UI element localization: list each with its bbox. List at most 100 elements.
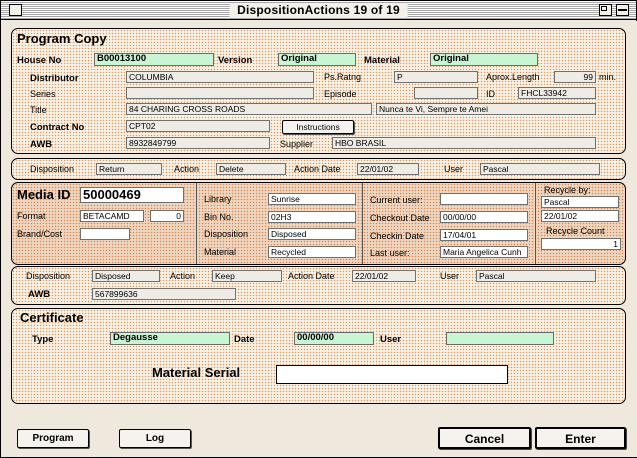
ps-rating-label: Ps.Ratng: [324, 72, 362, 82]
action-field[interactable]: Delete: [216, 163, 286, 175]
checkin-date-label: Checkin Date: [370, 231, 425, 241]
distributor-field[interactable]: COLUMBIA: [126, 71, 314, 83]
supplier-label: Supplier: [280, 139, 314, 149]
contract-no-field[interactable]: CPT02: [126, 120, 270, 132]
house-no-field[interactable]: B00013100: [94, 53, 214, 66]
last-user-label: Last user:: [370, 248, 410, 258]
disposition-actions-window: DispositionActions 19 of 19 Program Copy…: [0, 0, 637, 458]
action-date-label: Action Date: [294, 164, 341, 174]
material-serial-field[interactable]: [276, 365, 508, 384]
recycle-by-field[interactable]: Pascal: [541, 196, 619, 208]
series-field[interactable]: [126, 87, 314, 99]
checkout-date-field[interactable]: 00/00/00: [440, 211, 528, 223]
version-label: Version: [218, 55, 253, 66]
episode-label: Episode: [324, 89, 357, 99]
id-label: ID: [486, 89, 495, 99]
program-button[interactable]: Program: [17, 429, 89, 448]
ps-rating-field[interactable]: P: [394, 71, 478, 83]
material-field[interactable]: Original: [430, 53, 538, 66]
log-button[interactable]: Log: [119, 429, 191, 448]
cancel-button[interactable]: Cancel: [438, 427, 531, 449]
user-2-field[interactable]: Pascal: [476, 270, 596, 282]
aprox-length-label: Aprox.Length: [486, 72, 540, 82]
format-field[interactable]: BETACAMD: [80, 210, 144, 222]
format-number-field[interactable]: 0: [150, 210, 184, 222]
zoom-box-icon[interactable]: [599, 4, 612, 16]
format-label: Format: [17, 211, 46, 221]
contract-no-label: Contract No: [30, 122, 85, 133]
certificate-heading: Certificate: [20, 310, 84, 325]
disposition-label: Disposition: [30, 164, 75, 174]
disposition-2-label: Disposition: [26, 271, 71, 281]
series-label: Series: [30, 89, 56, 99]
title-label: Title: [30, 105, 47, 115]
user-field[interactable]: Pascal: [480, 163, 600, 175]
certificate-date-field[interactable]: 00/00/00: [294, 332, 374, 345]
media-id-field[interactable]: 50000469: [80, 187, 184, 203]
certificate-user-field[interactable]: [446, 332, 554, 345]
media-panel: Media ID 50000469 Format BETACAMD 0 Bran…: [11, 182, 626, 265]
program-copy-heading: Program Copy: [17, 31, 107, 46]
supplier-field[interactable]: HBO BRASIL: [332, 137, 596, 149]
user-2-label: User: [440, 271, 460, 281]
media-divider-1: [196, 183, 197, 264]
media-disposition-field[interactable]: Disposed: [268, 228, 356, 240]
title-alt-field[interactable]: Nunca te Vi, Sempre te Amei: [376, 103, 596, 115]
material-label: Material: [364, 55, 400, 66]
certificate-date-label: Date: [234, 334, 255, 345]
instructions-button[interactable]: Instructions: [282, 120, 354, 134]
aprox-length-field[interactable]: 99: [554, 71, 596, 83]
recycle-count-label: Recycle Count: [546, 226, 605, 236]
title-field[interactable]: 84 CHARING CROSS ROADS: [126, 103, 372, 115]
media-material-label: Material: [204, 247, 237, 257]
disposition-panel-1: Disposition Return Action Delete Action …: [11, 158, 626, 180]
collapse-box-icon[interactable]: [616, 4, 629, 16]
media-id-label: Media ID: [17, 187, 71, 202]
close-box-icon[interactable]: [9, 4, 22, 16]
certificate-panel: Certificate Type Degausse Date 00/00/00 …: [11, 308, 626, 404]
brand-cost-label: Brand/Cost: [17, 229, 63, 239]
disposition-2-field[interactable]: Disposed: [92, 270, 160, 282]
action-date-2-label: Action Date: [288, 271, 335, 281]
media-divider-2: [362, 183, 363, 264]
id-field[interactable]: FHCL33942: [518, 87, 596, 99]
recycle-count-field[interactable]: 1: [541, 238, 621, 250]
bin-no-label: Bin No.: [204, 212, 234, 222]
action-date-field[interactable]: 22/01/02: [357, 163, 419, 175]
brand-cost-field[interactable]: [80, 228, 130, 240]
scrollbar[interactable]: [628, 21, 637, 457]
media-material-field[interactable]: Recycled: [268, 246, 356, 258]
disposition-field[interactable]: Return: [96, 163, 162, 175]
program-copy-panel: Program Copy House No B00013100 Version …: [11, 28, 626, 154]
media-divider-3: [535, 183, 536, 264]
current-user-field[interactable]: [440, 193, 528, 205]
action-date-2-field[interactable]: 22/01/02: [352, 270, 416, 282]
media-disposition-label: Disposition: [204, 229, 249, 239]
enter-button[interactable]: Enter: [535, 427, 626, 449]
title-bar[interactable]: DispositionActions 19 of 19: [1, 1, 636, 20]
awb-label: AWB: [30, 139, 53, 150]
user-label: User: [444, 164, 464, 174]
house-no-label: House No: [17, 55, 62, 66]
awb-2-label: AWB: [28, 289, 51, 300]
disposition-panel-2: Disposition Disposed Action Keep Action …: [11, 266, 626, 305]
distributor-label: Distributor: [30, 73, 79, 84]
window-title: DispositionActions 19 of 19: [229, 3, 408, 18]
certificate-type-label: Type: [32, 334, 54, 345]
recycle-date-field[interactable]: 22/01/02: [541, 210, 619, 222]
recycle-by-label: Recycle by:: [544, 185, 591, 195]
action-2-label: Action: [170, 271, 196, 281]
action-label: Action: [174, 164, 200, 174]
checkin-date-field[interactable]: 17/04/01: [440, 229, 528, 241]
version-field[interactable]: Original: [278, 53, 356, 66]
awb-2-field[interactable]: 567899636: [92, 288, 236, 300]
checkout-date-label: Checkout Date: [370, 213, 430, 223]
library-field[interactable]: Sunrise: [268, 193, 356, 205]
last-user-field[interactable]: Maria Angelica Cunh: [440, 246, 528, 258]
awb-field[interactable]: 8932849799: [126, 137, 270, 149]
action-2-field[interactable]: Keep: [212, 270, 282, 282]
episode-field[interactable]: [414, 87, 478, 99]
bin-no-field[interactable]: 02H3: [268, 211, 356, 223]
current-user-label: Current user:: [370, 195, 423, 205]
certificate-type-field[interactable]: Degausse: [110, 332, 230, 345]
